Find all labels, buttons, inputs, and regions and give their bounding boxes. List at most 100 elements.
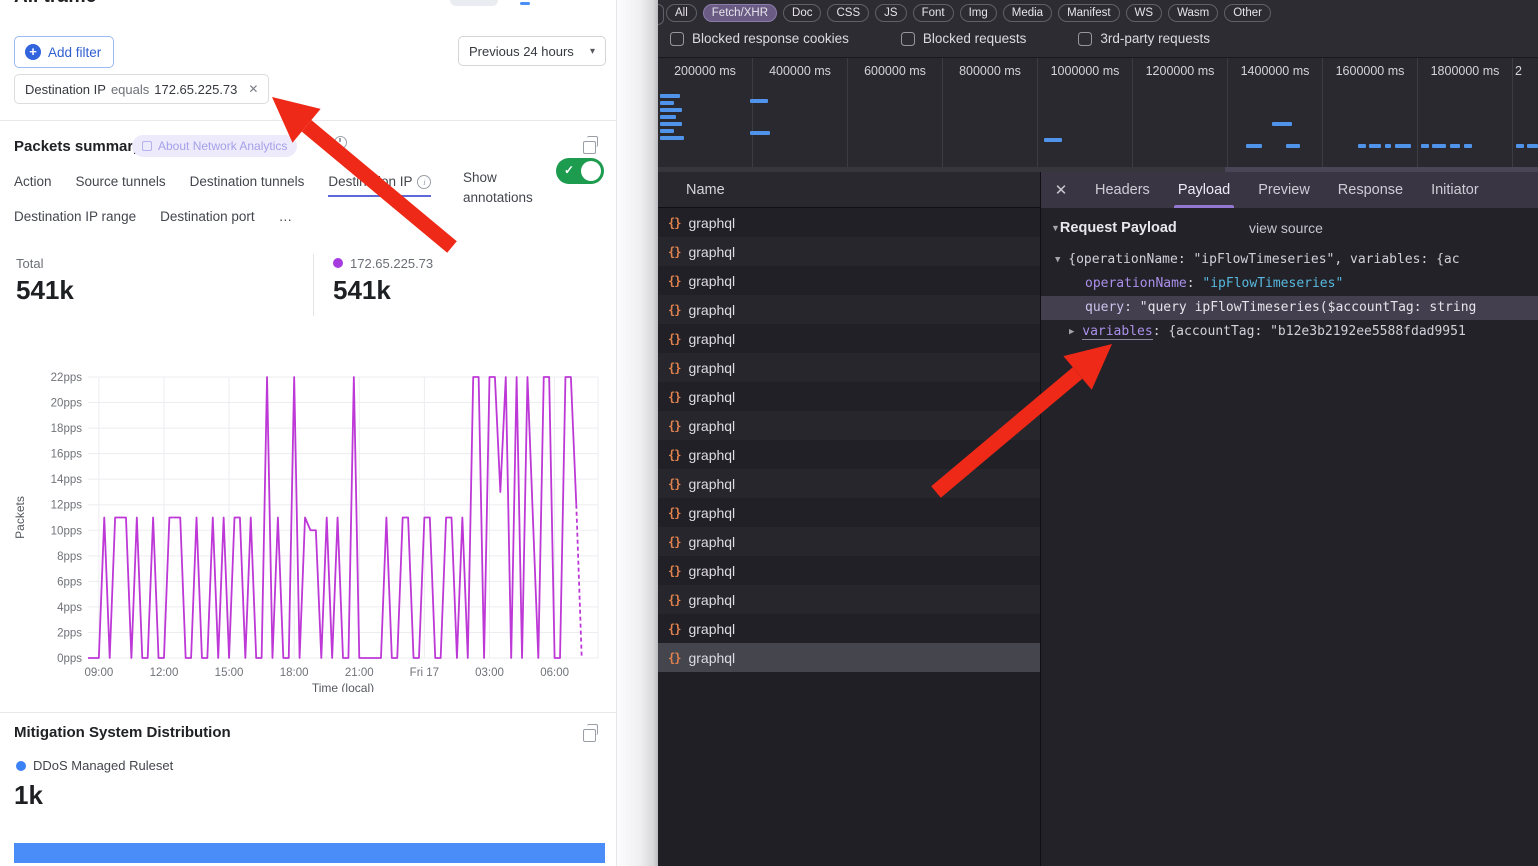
request-name: graphql	[688, 273, 735, 289]
stat-label: 172.65.225.73	[333, 256, 433, 271]
request-row[interactable]: {}graphql	[658, 498, 1040, 527]
filter-pill-css[interactable]: CSS	[827, 4, 869, 22]
svg-text:20pps: 20pps	[51, 398, 83, 410]
request-payload-section[interactable]: ▼Request Payload	[1051, 220, 1177, 236]
show-annotations-toggle[interactable]: ✓	[556, 158, 604, 184]
packets-tab-destination-ip-range[interactable]: Destination IP range	[14, 209, 136, 230]
packets-tab-destination-port[interactable]: Destination port	[160, 209, 255, 230]
packets-tab-label: Source tunnels	[76, 174, 166, 189]
packets-tab-destination-tunnels[interactable]: Destination tunnels	[190, 174, 305, 195]
clipped-toolbar-button	[450, 0, 498, 6]
payload-row-variables[interactable]: ▶ variables: {accountTag: "b12e3b2192ee5…	[1041, 320, 1538, 344]
remove-filter-icon[interactable]: ✕	[248, 82, 258, 96]
filter-pill-doc[interactable]: Doc	[783, 4, 821, 22]
svg-text:18pps: 18pps	[51, 423, 83, 435]
packets-summary-title: Packets summary	[14, 138, 142, 155]
packets-chart: 0pps2pps4pps6pps8pps10pps12pps14pps16pps…	[10, 362, 610, 692]
request-name: graphql	[688, 505, 735, 521]
filter-pill-other[interactable]: Other	[1224, 4, 1271, 22]
request-row[interactable]: {}graphql	[658, 614, 1040, 643]
network-overview-timeline[interactable]: 200000 ms400000 ms600000 ms800000 ms1000…	[658, 58, 1538, 172]
checkbox-icon	[670, 32, 684, 46]
expand-card-icon[interactable]	[583, 141, 596, 154]
waterfall-mark	[660, 108, 682, 112]
filter-checkbox-blocked-requests[interactable]: Blocked requests	[901, 31, 1027, 46]
detail-tab-response[interactable]: Response	[1324, 172, 1417, 208]
stat-value: 541k	[16, 275, 74, 306]
filter-checkbox-blocked-response-cookies[interactable]: Blocked response cookies	[670, 31, 849, 46]
close-icon[interactable]: ✕	[1041, 172, 1081, 208]
payload-row-query[interactable]: query: "query ipFlowTimeseries($accountT…	[1041, 296, 1538, 320]
checkbox-label: Blocked response cookies	[692, 31, 849, 46]
filter-pill-js[interactable]: JS	[875, 4, 906, 22]
request-name: graphql	[688, 621, 735, 637]
filter-pill-ws[interactable]: WS	[1126, 4, 1163, 22]
add-filter-button[interactable]: + Add filter	[14, 36, 114, 68]
expand-card-icon[interactable]	[583, 729, 596, 742]
request-row[interactable]: {}graphql	[658, 266, 1040, 295]
detail-tab-preview[interactable]: Preview	[1244, 172, 1324, 208]
payload-value: "query ipFlowTimeseries($accountTag: str…	[1140, 300, 1477, 315]
packets-tabs-row2: Destination IP range Destination port …	[14, 209, 292, 230]
collapsed-triangle-icon[interactable]: ▶	[1069, 327, 1074, 337]
packets-tab-label: Action	[14, 174, 52, 189]
series-dot	[333, 258, 343, 268]
detail-tab-payload[interactable]: Payload	[1164, 172, 1244, 208]
payload-row-operationName[interactable]: operationName: "ipFlowTimeseries"	[1041, 272, 1538, 296]
packets-tab-action[interactable]: Action	[14, 174, 52, 195]
svg-text:16pps: 16pps	[51, 449, 83, 461]
request-row[interactable]: {}graphql	[658, 411, 1040, 440]
request-row[interactable]: {}graphql	[658, 440, 1040, 469]
request-row[interactable]: {}graphql	[658, 382, 1040, 411]
toggle-knob	[581, 161, 601, 181]
filter-pill-wasm[interactable]: Wasm	[1168, 4, 1218, 22]
request-row[interactable]: {}graphql	[658, 353, 1040, 382]
request-row[interactable]: {}graphql	[658, 556, 1040, 585]
waterfall-mark	[1450, 144, 1460, 148]
mitigation-value: 1k	[14, 780, 43, 811]
packets-tab-source-tunnels[interactable]: Source tunnels	[76, 174, 166, 195]
waterfall-mark	[1369, 144, 1381, 148]
request-name: graphql	[688, 418, 735, 434]
request-row[interactable]: {}graphql	[658, 237, 1040, 266]
request-name: graphql	[688, 215, 735, 231]
view-source-link[interactable]: view source	[1249, 220, 1323, 236]
time-range-label: Previous 24 hours	[469, 44, 574, 59]
waterfall-mark	[1464, 144, 1472, 148]
request-row[interactable]: {}graphql	[658, 295, 1040, 324]
packets-tab-label: Destination port	[160, 209, 255, 224]
packets-tab-destination-ip[interactable]: Destination IPi	[328, 174, 431, 195]
request-row[interactable]: {}graphql	[658, 585, 1040, 614]
detail-tab-initiator[interactable]: Initiator	[1417, 172, 1493, 208]
filter-pill-manifest[interactable]: Manifest	[1058, 4, 1119, 22]
time-range-dropdown[interactable]: Previous 24 hours ▾	[458, 36, 606, 66]
about-network-analytics-badge[interactable]: About Network Analytics	[132, 135, 297, 157]
json-braces-icon: {}	[668, 535, 680, 549]
filter-checkbox-3rd-party-requests[interactable]: 3rd-party requests	[1078, 31, 1210, 46]
request-name: graphql	[688, 592, 735, 608]
filter-pill-media[interactable]: Media	[1003, 4, 1052, 22]
request-row[interactable]: {}graphql	[658, 324, 1040, 353]
info-icon[interactable]: i	[417, 175, 431, 189]
request-row[interactable]: {}graphql	[658, 208, 1040, 237]
svg-text:06:00: 06:00	[540, 667, 569, 679]
waterfall-mark	[660, 122, 682, 126]
svg-text:12pps: 12pps	[51, 500, 83, 512]
filter-pill-all[interactable]: All	[666, 4, 697, 22]
filter-pill-img[interactable]: Img	[960, 4, 997, 22]
filter-chip[interactable]: Destination IP equals 172.65.225.73 ✕	[14, 74, 269, 104]
request-row[interactable]: {}graphql	[658, 469, 1040, 498]
filter-pill-fetch-xhr[interactable]: Fetch/XHR	[703, 4, 777, 22]
request-row[interactable]: {}graphql	[658, 527, 1040, 556]
payload-summary-line[interactable]: ▼ {operationName: "ipFlowTimeseries", va…	[1041, 248, 1538, 272]
name-column-header[interactable]: Name	[658, 172, 1040, 208]
svg-text:Fri 17: Fri 17	[410, 667, 439, 679]
detail-tab-headers[interactable]: Headers	[1081, 172, 1164, 208]
mitigation-title: Mitigation System Distribution	[14, 724, 231, 741]
svg-text:Packets: Packets	[13, 496, 27, 539]
filter-pill-font[interactable]: Font	[913, 4, 954, 22]
svg-text:0pps: 0pps	[57, 653, 82, 665]
more-tabs-button[interactable]: …	[279, 209, 293, 230]
request-row[interactable]: {}graphql	[658, 643, 1040, 672]
detail-tab-bar: ✕ HeadersPayloadPreviewResponseInitiator	[1041, 172, 1538, 208]
